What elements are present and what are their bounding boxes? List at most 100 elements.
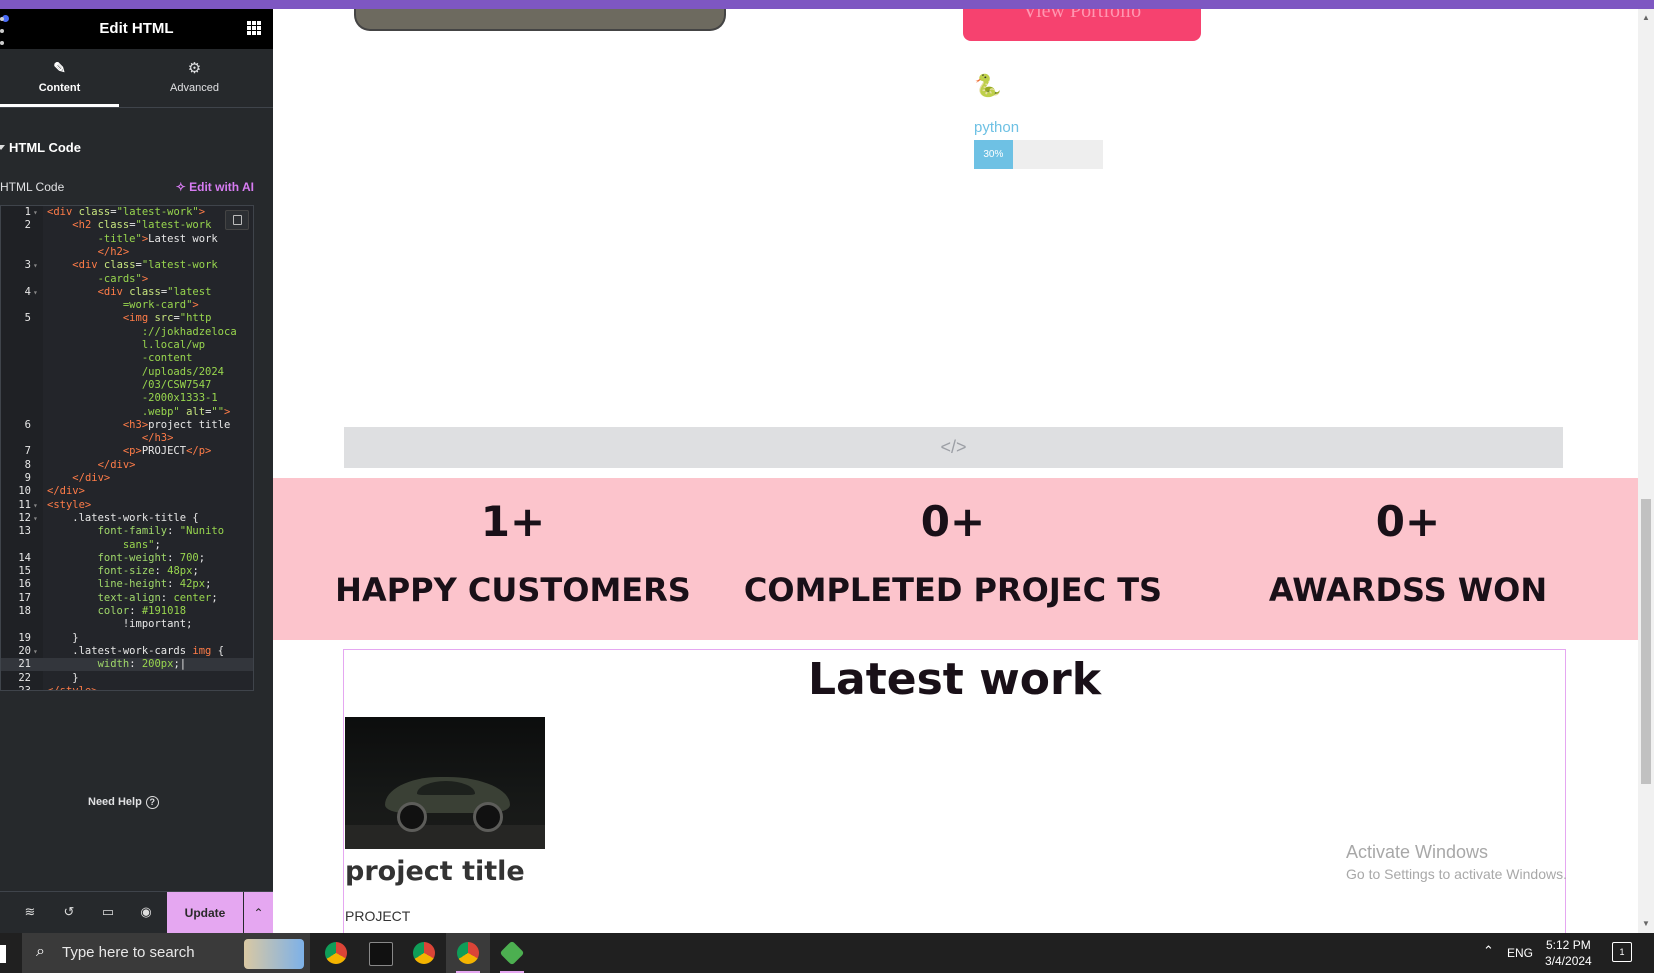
profile-image-edge [354,9,726,31]
code-text: </h3> [141,432,174,445]
html-widget-placeholder[interactable]: </> [344,427,1563,468]
code-line: 8 </div> [1,459,253,472]
chrome-profile-icon[interactable] [446,933,490,973]
search-placeholder: Type here to search [62,944,195,961]
chevron-up-icon[interactable]: ⌃ [244,892,273,934]
line-number: 5 [24,312,31,325]
code-text: line-height: 42px; [97,578,212,591]
code-editor[interactable]: 1 ▾ <div class="latest-work"> 2 <h2 class="… [0,205,254,691]
view-portfolio-button[interactable]: View Portfolio [963,9,1201,41]
tab-content[interactable]: ✎ Content [0,49,119,107]
tab-advanced[interactable]: ⚙ Advanced [135,49,254,106]
code-text: font-weight: 700; [97,551,206,564]
line-number: 4 [24,285,31,298]
latest-work-section[interactable]: Latest work project title PROJECT [343,649,1566,933]
code-line: 14 font-weight: 700; [1,552,253,565]
layers-icon[interactable]: ≋ [22,904,38,920]
line-number: 16 [18,578,31,591]
tray-chevron-up-icon[interactable]: ⌃ [1483,943,1494,959]
update-button[interactable]: Update [167,892,243,934]
code-text: color: #191018 [97,605,187,617]
help-icon: ? [145,796,159,809]
preview-scrollbar[interactable]: ▲ ▼ [1638,9,1654,933]
fold-arrow-icon[interactable]: ▾ [33,206,38,219]
code-text: /03/CSW7547 [141,378,212,391]
search-highlight-image [244,939,304,969]
stat-value: 0+ [1375,497,1441,546]
section-title: HTML Code [9,140,81,155]
code-text: -content [141,352,193,365]
code-line: 17 text-align: center; [1,592,253,605]
fold-arrow-icon[interactable]: ▾ [33,259,38,272]
stat-item: 0+ COMPLETED PROJEC TS [723,478,1183,612]
line-number: 10 [18,485,31,498]
code-text: } [47,671,79,684]
tab-content-label: Content [38,82,81,94]
line-number: 11 [18,498,31,511]
project-subtitle: PROJECT [345,908,411,924]
start-button[interactable] [0,945,6,963]
scroll-down-icon[interactable]: ▼ [1641,919,1651,929]
history-icon[interactable]: ↺ [61,904,77,920]
line-number: 20 [18,644,31,657]
code-line: =work-card"> [1,299,253,312]
code-line: ://jokhadzeloca [1,326,253,339]
fold-arrow-icon[interactable]: ▾ [33,286,38,299]
search-icon: ⌕ [36,943,45,960]
code-text: text-align: center; [97,591,218,604]
code-line: 7 <p>PROJECT</p> [1,445,253,458]
code-text: </h2> [97,245,130,258]
code-text: <h3>project title [122,418,231,431]
code-text: <div class="latest [97,285,212,298]
code-line: 4 ▾ <div class="latest [1,286,253,299]
code-line: 3 ▾ <div class="latest-work [1,259,253,272]
line-number: 13 [18,525,31,538]
code-line: 6 <h3>project title [1,419,253,432]
panel-header: Edit HTML [0,9,273,49]
code-line: 20 ▾ .latest-work-cards img { [1,645,253,658]
fold-arrow-icon[interactable]: ▾ [33,645,38,658]
stat-item: 0+ AWARDSS WON [1198,478,1618,612]
terminal-icon [369,942,393,966]
section-toggle-html-code[interactable]: HTML Code [0,140,81,155]
chrome-icon[interactable] [314,933,358,973]
code-text: <div class="latest-work [72,259,218,272]
pencil-icon: ✎ [53,60,66,77]
code-text: </div> [97,458,136,471]
line-number: 19 [18,631,31,644]
code-text: /uploads/2024 [141,365,225,378]
stats-section: 1+ HAPPY CUSTOMERS 0+ COMPLETED PROJEC T… [273,478,1638,640]
code-text: <h2 class="latest-work [72,219,212,232]
line-number: 18 [18,605,31,617]
line-number: 6 [24,418,31,431]
chrome-icon[interactable] [402,933,446,973]
clock[interactable]: 5:12 PM 3/4/2024 [1545,937,1592,969]
responsive-icon[interactable]: ▭ [100,904,116,920]
apps-grid-icon[interactable] [247,21,261,35]
preview-eye-icon[interactable]: ◉ [138,904,154,920]
code-text: </div> [72,472,111,484]
fold-arrow-icon[interactable]: ▾ [33,512,38,525]
code-text: </style> [47,684,98,691]
car-wheel [473,802,503,832]
terminal-icon[interactable] [358,933,402,973]
app-icon[interactable] [490,933,534,973]
project-image [345,717,545,849]
clock-time: 5:12 PM [1546,938,1591,952]
need-help-link[interactable]: Need Help? [88,796,159,809]
scroll-up-icon[interactable]: ▲ [1641,13,1651,23]
notification-icon[interactable]: 1 [1612,942,1632,962]
code-text: .latest-work-cards img { [47,644,225,657]
code-text: <div class="latest-work"> [47,206,206,218]
fold-arrow-icon[interactable]: ▾ [33,499,38,512]
edit-with-ai-button[interactable]: ✧ Edit with AI [176,180,254,194]
line-number: 23 [18,684,31,691]
code-line: -cards"> [1,273,253,286]
code-text: } [47,631,79,644]
scroll-thumb[interactable] [1641,499,1651,784]
language-indicator[interactable]: ENG [1507,946,1533,960]
taskbar-search[interactable]: ⌕ Type here to search [22,933,310,973]
code-text: sans"; [122,538,161,551]
code-line: </h2> [1,246,253,259]
line-number: 9 [24,472,31,484]
